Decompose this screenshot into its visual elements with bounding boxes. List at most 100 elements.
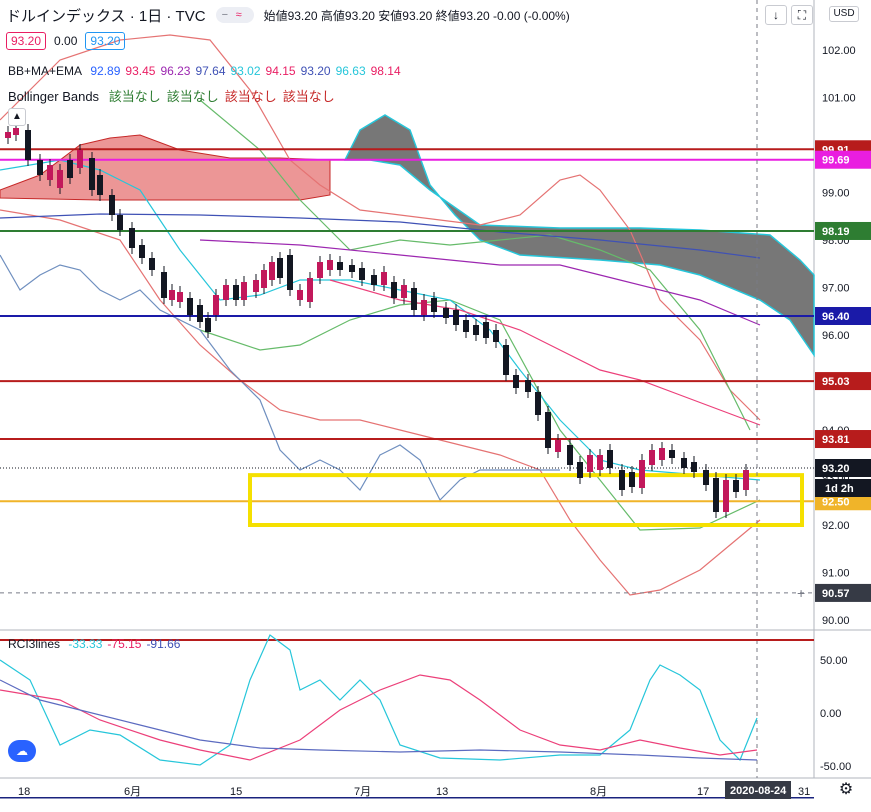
candle-body — [401, 285, 407, 298]
price-tick-label: 92.00 — [822, 520, 850, 532]
candle-body — [261, 270, 267, 288]
candle-body — [277, 258, 283, 278]
rci-label: RCI3lines — [8, 637, 61, 651]
candle-body — [535, 392, 541, 415]
bb-ma-ema-value-2: 96.23 — [160, 64, 191, 78]
candle-body — [197, 305, 203, 322]
approx-icon[interactable]: − ≈ — [215, 7, 254, 23]
candle-body — [223, 285, 229, 300]
candle-body — [733, 480, 739, 492]
bid-box[interactable]: 93.20 — [6, 32, 47, 50]
candle-body — [253, 280, 259, 292]
candle-body — [109, 195, 115, 215]
crosshair-plus-icon: + — [797, 585, 805, 601]
currency-label[interactable]: USD — [829, 6, 859, 22]
rci-value-1: -75.15 — [107, 637, 142, 651]
bb-ma-ema-value-7: 96.63 — [335, 64, 366, 78]
candle-body — [713, 478, 719, 512]
bb-ma-ema-value-6: 93.20 — [300, 64, 331, 78]
candle-body — [391, 282, 397, 298]
candle-body — [205, 318, 211, 332]
time-axis-label: 6月 — [124, 786, 141, 798]
candle-body — [371, 275, 377, 285]
price-chart[interactable]: 102.00101.00100.0099.0098.0097.0096.0095… — [0, 0, 871, 812]
candle-body — [443, 308, 449, 318]
bb-ma-ema-legend[interactable]: BB+MA+EMA 92.89 93.45 96.23 97.64 93.02 94.15… — [8, 64, 406, 78]
candle-body — [67, 160, 73, 178]
candle-body — [619, 470, 625, 490]
rci-tick-label: -50.00 — [820, 761, 851, 773]
candle-body — [287, 255, 293, 290]
bollinger-value-3: 該当なし — [282, 89, 335, 104]
bb-ma-ema-value-0: 92.89 — [90, 64, 121, 78]
candle-body — [525, 380, 531, 392]
candle-body — [317, 262, 323, 278]
time-axis-label: 17 — [697, 786, 709, 798]
candle-body — [37, 160, 43, 175]
rci-legend[interactable]: RCI3lines -33.33 -75.15 -91.66 — [8, 637, 185, 651]
candle-body — [161, 272, 167, 298]
current-price-tag: 93.20 — [822, 463, 850, 475]
price-tick-label: 97.00 — [822, 283, 850, 295]
price-boxes: 93.20 0.00 93.20 — [6, 32, 126, 50]
candle-body — [117, 215, 123, 230]
price-tick-label: 96.00 — [822, 330, 850, 342]
candle-body — [597, 455, 603, 470]
bollinger-value-1: 該当なし — [166, 89, 219, 104]
candle-body — [233, 285, 239, 300]
candle-body — [545, 412, 551, 448]
level-tag-95.03: 95.03 — [822, 376, 850, 388]
spread-value: 0.00 — [54, 34, 78, 48]
candle-body — [187, 298, 193, 315]
symbol-title[interactable]: ドルインデックス · 1日 · TVC — [6, 5, 206, 26]
bb-ma-ema-value-8: 98.14 — [370, 64, 401, 78]
candle-body — [149, 258, 155, 270]
collapse-legend-button[interactable]: ▲ — [8, 108, 26, 126]
bb-ma-ema-value-5: 94.15 — [265, 64, 296, 78]
level-tag-93.81: 93.81 — [822, 434, 850, 446]
candle-body — [483, 322, 489, 338]
candle-body — [669, 450, 675, 458]
candle-body — [177, 292, 183, 302]
candle-body — [723, 480, 729, 512]
candle-body — [381, 272, 387, 285]
candle-body — [13, 128, 19, 135]
candle-body — [297, 290, 303, 300]
bb-ma-ema-value-4: 93.02 — [230, 64, 261, 78]
candle-body — [213, 295, 219, 315]
rci-tick-label: 0.00 — [820, 708, 841, 720]
time-axis-label: 31 — [798, 786, 810, 798]
level-tag-96.40: 96.40 — [822, 311, 850, 323]
candle-body — [629, 472, 635, 487]
candle-body — [493, 330, 499, 342]
scroll-down-button[interactable]: ↓ — [765, 5, 787, 25]
candle-body — [47, 165, 53, 180]
ask-box[interactable]: 93.20 — [85, 32, 126, 50]
bollinger-value-2: 該当なし — [224, 89, 277, 104]
gear-icon[interactable]: ⚙ — [836, 780, 856, 800]
price-tick-label: 99.00 — [822, 188, 850, 200]
candle-body — [349, 265, 355, 272]
countdown-tag: 1d 2h — [825, 483, 854, 495]
tradingview-logo-icon[interactable]: ☁ — [8, 740, 36, 762]
candle-body — [513, 375, 519, 388]
candle-body — [25, 130, 31, 160]
rci-tick-label: 50.00 — [820, 655, 848, 667]
time-axis-label: 8月 — [590, 786, 607, 798]
candle-body — [421, 300, 427, 315]
chart-background — [0, 0, 871, 812]
candle-body — [473, 325, 479, 335]
candle-body — [659, 448, 665, 460]
level-tag-98.19: 98.19 — [822, 226, 850, 238]
price-tick-label: 90.00 — [822, 615, 850, 627]
price-tick-label: 102.00 — [822, 45, 856, 57]
time-axis-label: 18 — [18, 786, 30, 798]
candle-body — [57, 170, 63, 188]
candle-body — [241, 282, 247, 300]
candle-body — [129, 228, 135, 248]
bollinger-legend[interactable]: Bollinger Bands 該当なし 該当なし 該当なし 該当なし — [8, 86, 341, 105]
candle-body — [555, 440, 561, 452]
candle-body — [139, 245, 145, 258]
fullscreen-button[interactable]: ⛶ — [791, 5, 813, 25]
bb-ma-ema-value-3: 97.64 — [195, 64, 226, 78]
